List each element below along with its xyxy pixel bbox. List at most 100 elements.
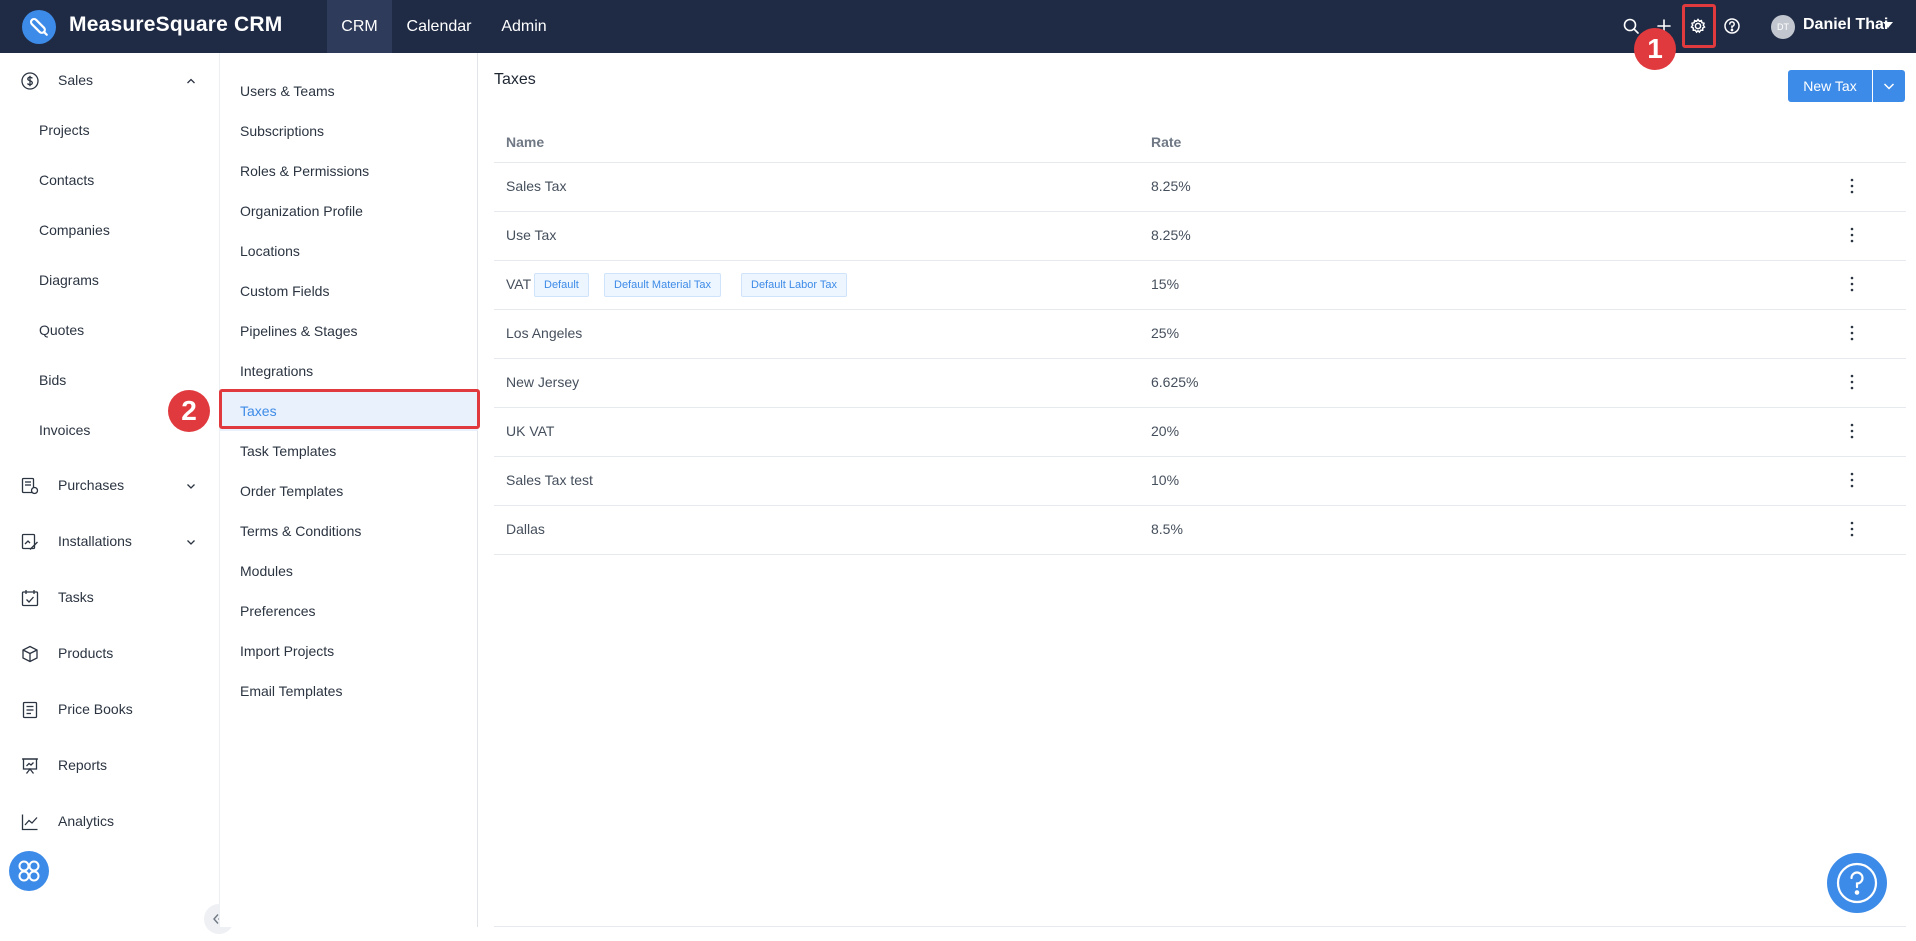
settings-item-label: Integrations xyxy=(240,363,314,379)
column-header-name[interactable]: Name xyxy=(506,134,544,150)
more-vertical-icon[interactable] xyxy=(1850,520,1854,538)
tab-crm[interactable]: CRM xyxy=(327,0,392,53)
avatar[interactable]: DT xyxy=(1771,15,1795,39)
sidebar-item-companies[interactable]: Companies xyxy=(0,211,219,251)
tab-calendar[interactable]: Calendar xyxy=(398,0,480,53)
tab-admin[interactable]: Admin xyxy=(488,0,560,53)
sidebar-item-analytics[interactable]: Analytics xyxy=(0,802,219,842)
tax-name: UK VAT xyxy=(506,423,555,439)
settings-item-label: Import Projects xyxy=(240,643,335,659)
tax-rate: 25% xyxy=(1151,325,1180,341)
settings-item-integrations[interactable]: Integrations xyxy=(220,351,478,391)
table-row[interactable]: Sales Tax 8.25% xyxy=(494,163,1906,212)
sidebar-item-label: Products xyxy=(58,645,114,661)
sidebar-item-installations[interactable]: Installations xyxy=(0,522,219,562)
settings-item-locations[interactable]: Locations xyxy=(220,231,478,271)
page-title: Taxes xyxy=(494,71,536,88)
settings-item-roles-permissions[interactable]: Roles & Permissions xyxy=(220,151,478,191)
chevron-down-icon[interactable] xyxy=(184,479,198,493)
more-vertical-icon[interactable] xyxy=(1850,275,1854,293)
tax-rate: 8.5% xyxy=(1151,521,1183,537)
settings-item-modules[interactable]: Modules xyxy=(220,551,478,591)
installation-icon xyxy=(20,532,40,552)
tax-rate: 8.25% xyxy=(1151,178,1191,194)
sidebar-item-label: Sales xyxy=(58,72,94,88)
sidebar-item-purchases[interactable]: Purchases xyxy=(0,466,219,506)
table-row[interactable]: New Jersey 6.625% xyxy=(494,359,1906,408)
tax-name: Sales Tax test xyxy=(506,472,593,488)
more-vertical-icon[interactable] xyxy=(1850,422,1854,440)
top-navigation-bar: MeasureSquare CRM CRM Calendar Admin DT … xyxy=(0,0,1916,53)
sidebar-item-label: Quotes xyxy=(39,322,85,338)
settings-item-task-templates[interactable]: Task Templates xyxy=(220,431,478,471)
more-vertical-icon[interactable] xyxy=(1850,226,1854,244)
settings-item-order-templates[interactable]: Order Templates xyxy=(220,471,478,511)
sidebar-item-label: Bids xyxy=(39,372,67,388)
presentation-icon xyxy=(20,756,40,776)
tax-rate: 10% xyxy=(1151,472,1180,488)
settings-item-label: Organization Profile xyxy=(240,203,363,219)
table-row[interactable]: Use Tax 8.25% xyxy=(494,212,1906,261)
pen-logo-icon[interactable] xyxy=(22,10,56,44)
default-material-tax-tag: Default Material Tax xyxy=(604,273,722,297)
table-row[interactable]: Los Angeles 25% xyxy=(494,310,1906,359)
settings-item-label: Users & Teams xyxy=(240,83,335,99)
caret-down-icon[interactable] xyxy=(1883,22,1893,28)
sidebar-item-label: Reports xyxy=(58,757,108,773)
highlight-settings-gear xyxy=(1682,4,1716,48)
table-row[interactable]: Dallas 8.5% xyxy=(494,506,1906,555)
settings-item-preferences[interactable]: Preferences xyxy=(220,591,478,631)
table-row[interactable]: Sales Tax test 10% xyxy=(494,457,1906,506)
user-name[interactable]: Daniel Thai xyxy=(1803,16,1888,34)
settings-item-terms-conditions[interactable]: Terms & Conditions xyxy=(220,511,478,551)
settings-item-users-teams[interactable]: Users & Teams xyxy=(220,71,478,111)
sidebar-item-projects[interactable]: Projects xyxy=(0,111,219,151)
settings-item-label: Pipelines & Stages xyxy=(240,323,358,339)
tax-rate: 6.625% xyxy=(1151,374,1199,390)
table-row[interactable]: UK VAT 20% xyxy=(494,408,1906,457)
default-labor-tax-tag: Default Labor Tax xyxy=(741,273,848,297)
default-tag: Default xyxy=(534,273,589,297)
sidebar-item-price-books[interactable]: Price Books xyxy=(0,690,219,730)
brand-name[interactable]: MeasureSquare CRM xyxy=(69,13,282,37)
sidebar-item-products[interactable]: Products xyxy=(0,634,219,674)
sidebar-item-diagrams[interactable]: Diagrams xyxy=(0,261,219,301)
sidebar-item-contacts[interactable]: Contacts xyxy=(0,161,219,201)
sidebar-item-tasks[interactable]: Tasks xyxy=(0,578,219,618)
settings-item-label: Custom Fields xyxy=(240,283,330,299)
team-chat-icon[interactable] xyxy=(9,851,49,891)
more-vertical-icon[interactable] xyxy=(1850,471,1854,489)
settings-item-label: Preferences xyxy=(240,603,316,619)
sidebar-item-label: Diagrams xyxy=(39,272,99,288)
column-header-rate[interactable]: Rate xyxy=(1151,134,1181,150)
tax-rate: 15% xyxy=(1151,276,1180,292)
more-vertical-icon[interactable] xyxy=(1850,373,1854,391)
settings-item-label: Email Templates xyxy=(240,683,343,699)
settings-item-custom-fields[interactable]: Custom Fields xyxy=(220,271,478,311)
main-sidebar: Sales Projects Contacts Companies Diagra… xyxy=(0,53,219,941)
more-vertical-icon[interactable] xyxy=(1850,324,1854,342)
more-vertical-icon[interactable] xyxy=(1850,177,1854,195)
dollar-icon xyxy=(20,71,40,91)
sidebar-item-quotes[interactable]: Quotes xyxy=(0,311,219,351)
line-chart-icon xyxy=(20,812,40,832)
help-question-icon[interactable] xyxy=(1827,853,1887,913)
help-circle-icon[interactable] xyxy=(1720,14,1744,38)
new-tax-button[interactable]: New Tax xyxy=(1788,70,1872,102)
new-tax-dropdown-button[interactable] xyxy=(1873,70,1905,102)
sidebar-item-label: Price Books xyxy=(58,701,133,717)
settings-item-label: Modules xyxy=(240,563,293,579)
settings-item-import-projects[interactable]: Import Projects xyxy=(220,631,478,671)
settings-item-pipelines-stages[interactable]: Pipelines & Stages xyxy=(220,311,478,351)
chevron-up-icon[interactable] xyxy=(184,74,198,88)
settings-item-label: Subscriptions xyxy=(240,123,325,139)
sidebar-item-reports[interactable]: Reports xyxy=(0,746,219,786)
table-row[interactable]: VAT Default Default Material Tax Default… xyxy=(494,261,1906,310)
sidebar-item-sales[interactable]: Sales xyxy=(0,61,219,101)
settings-item-email-templates[interactable]: Email Templates xyxy=(220,671,478,711)
chevron-down-icon[interactable] xyxy=(184,535,198,549)
highlight-taxes-menu-item xyxy=(219,389,480,429)
settings-item-organization-profile[interactable]: Organization Profile xyxy=(220,191,478,231)
settings-item-subscriptions[interactable]: Subscriptions xyxy=(220,111,478,151)
sidebar-item-label: Companies xyxy=(39,222,110,238)
